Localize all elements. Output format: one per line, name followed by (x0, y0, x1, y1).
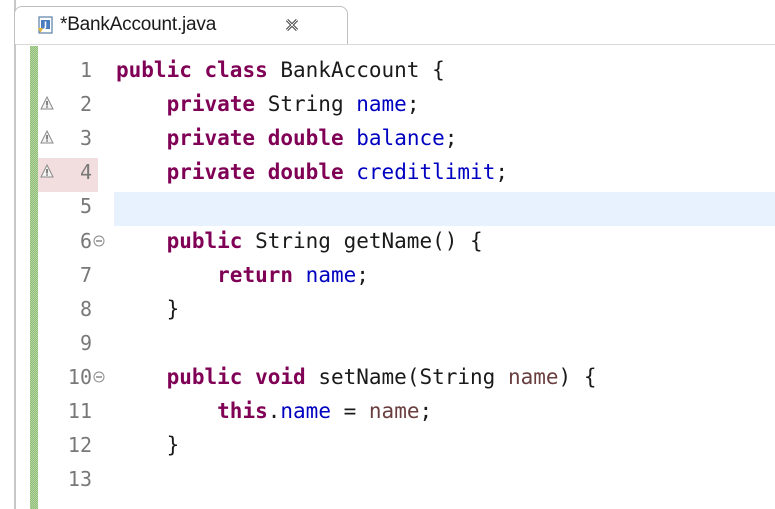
field-token: balance (356, 126, 445, 151)
tab-title: *BankAccount.java (60, 14, 217, 35)
code-line[interactable]: 5 (0, 188, 775, 222)
code-token: String getName() { (242, 228, 483, 253)
code-token: . (267, 399, 281, 423)
code-line[interactable]: 3 private double balance; (0, 120, 775, 154)
line-number: 11 (67, 399, 92, 423)
field-token: name (280, 399, 331, 423)
warning-icon[interactable] (40, 96, 54, 110)
code-token: = (330, 399, 369, 423)
code-line[interactable]: 8 } (0, 291, 775, 325)
keyword-token: return (217, 262, 294, 287)
keyword-token: class (204, 58, 268, 82)
code-token: String (255, 92, 357, 117)
code-text: public class BankAccount { (116, 58, 445, 82)
code-text: return name; (116, 263, 369, 287)
java-editor[interactable]: J *BankAccount.java 1 public class BankAc… (0, 0, 775, 509)
code-line[interactable]: 6 public String getName() { (0, 223, 775, 257)
code-line[interactable]: 13 (0, 461, 775, 495)
line-number: 9 (79, 330, 92, 355)
keyword-token: private (166, 160, 256, 185)
line-number: 5 (79, 194, 92, 219)
keyword-token: public (166, 228, 243, 253)
code-token: BankAccount { (267, 58, 445, 82)
parameter-token: name (507, 364, 559, 389)
line-number: 8 (79, 296, 92, 321)
line-number: 1 (79, 58, 92, 82)
field-token: name (305, 262, 357, 287)
java-file-icon: J (38, 16, 53, 34)
code-text: public void setName(String name) { (116, 364, 597, 389)
code-text: private double balance; (116, 126, 458, 151)
code-token: ; (444, 126, 458, 151)
code-line[interactable]: 12 } (0, 427, 775, 461)
code-text: private double creditlimit; (116, 160, 508, 184)
svg-text:J: J (43, 21, 47, 30)
keyword-token: public (116, 58, 192, 82)
code-token: } (116, 296, 180, 321)
code-line[interactable]: 2 private String name; (0, 86, 775, 120)
code-token: setName(String (305, 364, 508, 389)
keyword-token: this (217, 399, 268, 423)
field-token: name (356, 92, 407, 117)
code-token: ; (495, 160, 508, 185)
code-text: public String getName() { (116, 229, 483, 253)
code-line[interactable]: 10 public void setName(String name) { (0, 359, 775, 393)
code-token: ; (419, 399, 433, 423)
warning-icon[interactable] (40, 164, 54, 178)
code-line[interactable]: 7 return name; (0, 257, 775, 291)
code-token: ; (406, 92, 420, 117)
warning-icon[interactable] (40, 130, 54, 144)
line-number: 7 (79, 262, 92, 287)
line-number: 12 (67, 433, 92, 458)
code-line[interactable]: 9 (0, 325, 775, 359)
code-line[interactable]: 4 private double creditlimit; (0, 154, 775, 188)
code-token: ; (356, 262, 369, 287)
keyword-token: double (267, 126, 344, 151)
field-token: creditlimit (356, 160, 496, 185)
line-number: 13 (67, 467, 92, 492)
code-line[interactable]: 1 public class BankAccount { (0, 52, 775, 86)
code-text: private String name; (116, 92, 420, 117)
line-number: 6 (79, 228, 92, 253)
code-text: this.name = name; (116, 399, 432, 423)
code-text: } (116, 433, 180, 458)
code-text: } (116, 296, 180, 321)
code-token: ) { (558, 364, 597, 389)
keyword-token: private (166, 92, 256, 117)
parameter-token: name (368, 399, 420, 423)
keyword-token: public (166, 364, 243, 389)
close-tab-icon[interactable] (284, 17, 300, 33)
line-number: 10 (67, 364, 92, 389)
fold-collapse-icon[interactable] (93, 371, 105, 383)
keyword-token: private (166, 126, 256, 151)
keyword-token: double (267, 160, 344, 185)
code-token: } (116, 433, 180, 458)
code-line[interactable]: 11 this.name = name; (0, 393, 775, 427)
keyword-token: void (255, 364, 306, 389)
fold-collapse-icon[interactable] (93, 235, 105, 247)
